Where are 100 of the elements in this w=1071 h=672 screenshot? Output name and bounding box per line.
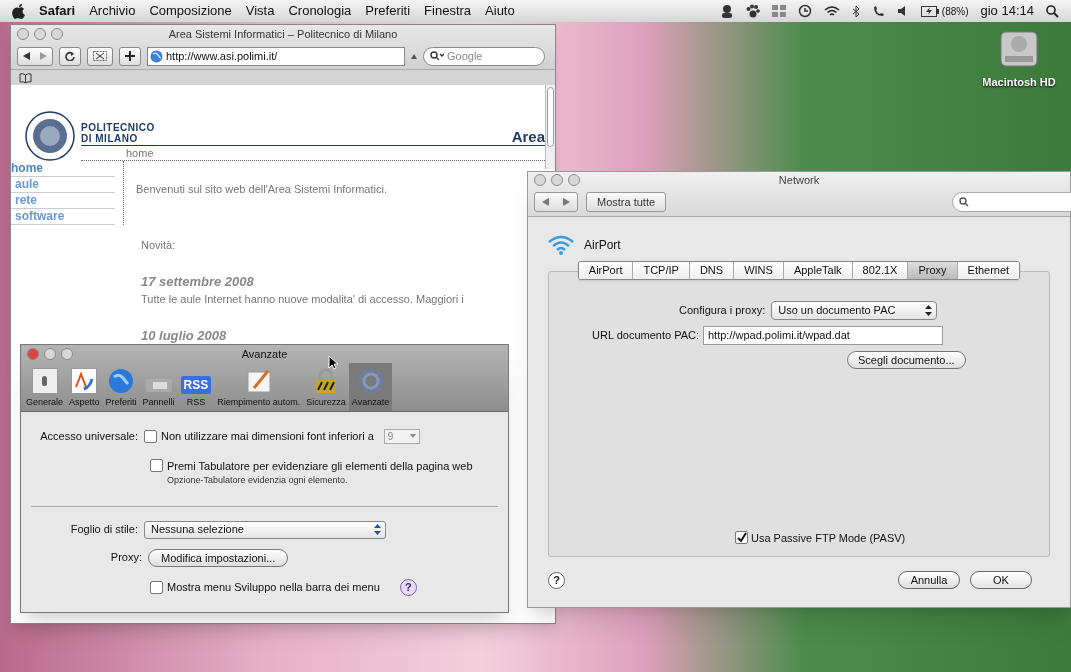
phone-icon[interactable] xyxy=(871,4,885,18)
toolbar-tab[interactable]: Avanzate xyxy=(348,363,393,411)
window-title: Avanzate xyxy=(241,346,288,362)
scroll-bar[interactable] xyxy=(545,85,555,169)
logo-text: DI MILANO xyxy=(81,133,139,144)
pac-url-field[interactable]: http://wpad.polimi.it/wpad.dat xyxy=(703,326,943,345)
toolbar-tab[interactable]: RSS RSS xyxy=(177,363,215,411)
menu-item[interactable]: Preferiti xyxy=(365,1,411,21)
paw-icon[interactable] xyxy=(745,4,760,18)
gear-icon xyxy=(357,367,384,394)
section-label: Accesso universale: xyxy=(39,429,139,444)
back-forward-button[interactable] xyxy=(17,46,53,66)
field-label: Configura i proxy: xyxy=(679,303,766,319)
desktop-icon-label[interactable]: Macintosh HD xyxy=(982,74,1056,91)
light-switch-icon xyxy=(31,367,58,394)
news-date: 17 settembre 2008 xyxy=(141,272,255,291)
toolbar-tab[interactable]: Preferiti xyxy=(102,363,140,411)
wifi-icon xyxy=(548,235,574,255)
university-seal-icon xyxy=(25,111,75,161)
checkbox[interactable] xyxy=(150,580,163,594)
tab[interactable]: Proxy xyxy=(908,262,958,279)
toolbar-tab[interactable]: Generale xyxy=(23,363,67,411)
menu-item[interactable]: Aiuto xyxy=(485,1,515,21)
checkbox-label: Usa Passive FTP Mode (PASV) xyxy=(751,530,906,546)
checkbox[interactable] xyxy=(144,429,157,443)
checkbox[interactable] xyxy=(150,459,163,473)
hard-drive-icon[interactable] xyxy=(997,28,1041,70)
search-icon xyxy=(959,197,969,207)
window-control-icon[interactable] xyxy=(551,174,563,186)
address-field[interactable]: http://www.asi.polimi.it/ xyxy=(147,46,405,66)
stepper-arrows-icon xyxy=(925,305,933,316)
window-control-icon[interactable] xyxy=(51,28,63,40)
bluetooth-icon[interactable] xyxy=(851,4,860,18)
checkbox-label: Premi Tabulatore per evidenziare gli elementi della pagina web xyxy=(167,458,473,474)
window-control-icon[interactable] xyxy=(568,174,580,186)
stepper-arrows-icon xyxy=(374,524,381,535)
modify-settings-button[interactable]: Modifica impostazioni... xyxy=(148,548,289,567)
forward-arrow-icon[interactable] xyxy=(40,52,47,60)
menu-item[interactable]: Composizione xyxy=(149,1,232,21)
tab[interactable]: Ethernet xyxy=(957,262,1020,279)
apple-logo-icon[interactable] xyxy=(12,3,25,19)
toolbar-tab[interactable]: Aspetto xyxy=(66,363,103,411)
wifi-icon[interactable] xyxy=(823,5,840,17)
cancel-button[interactable]: Annulla xyxy=(898,571,960,589)
caret-icon xyxy=(409,434,416,439)
nav-link[interactable]: home xyxy=(11,161,115,177)
window-title: Area Sistemi Informatici – Politecnico di Milano xyxy=(167,26,399,42)
battery-percentage: (88%) xyxy=(941,4,969,19)
menu-item[interactable]: Finestra xyxy=(424,1,472,21)
tab[interactable]: DNS xyxy=(689,262,735,279)
book-icon[interactable] xyxy=(19,72,32,83)
clock-icon[interactable] xyxy=(797,4,812,18)
app-menu[interactable]: Safari xyxy=(39,1,76,21)
search-icon xyxy=(430,51,444,61)
menu-item[interactable]: Cronologia xyxy=(288,1,352,21)
checkbox-label: Mostra menu Sviluppo nella barra dei menu xyxy=(167,579,380,595)
window-control-icon[interactable] xyxy=(61,348,73,360)
choose-document-button[interactable]: Scegli documento... xyxy=(847,351,966,369)
field-label: Foglio di stile: xyxy=(69,522,139,538)
add-bookmark-button[interactable] xyxy=(119,46,141,66)
menu-item[interactable]: Archivio xyxy=(89,1,136,21)
snippet-button[interactable] xyxy=(87,46,113,66)
breadcrumb: home xyxy=(81,146,545,161)
menu-item[interactable]: Vista xyxy=(245,1,275,21)
tab[interactable]: TCP/IP xyxy=(633,262,690,279)
show-all-button[interactable]: Mostra tutte xyxy=(586,192,667,212)
menu-clock[interactable]: gio 14:14 xyxy=(980,1,1034,21)
font-color-icon xyxy=(71,367,98,394)
globe-icon xyxy=(150,49,163,63)
back-arrow-icon[interactable] xyxy=(23,52,30,60)
stylesheet-dropdown[interactable]: Nessuna selezione xyxy=(144,520,386,539)
plus-icon xyxy=(125,51,135,61)
help-button[interactable]: ? xyxy=(399,578,417,596)
reload-icon xyxy=(65,51,75,61)
ok-button[interactable]: OK xyxy=(970,571,1032,589)
reload-button[interactable] xyxy=(59,46,81,66)
window-control-icon[interactable] xyxy=(534,174,546,186)
proxy-mode-dropdown[interactable]: Uso un documento PAC xyxy=(771,301,938,320)
window-control-icon[interactable] xyxy=(34,28,46,40)
toolbar-tab[interactable]: Riempimento autom. xyxy=(214,363,304,411)
help-button[interactable]: ? xyxy=(548,571,565,589)
forward-arrow-icon[interactable] xyxy=(563,198,570,206)
search-field[interactable]: Google xyxy=(423,46,545,66)
tab[interactable]: 802.1X xyxy=(852,262,909,279)
grid-icon[interactable] xyxy=(771,5,786,17)
battery-icon[interactable] xyxy=(920,5,939,17)
search-icon[interactable] xyxy=(1046,4,1059,18)
news-date: 10 luglio 2008 xyxy=(141,326,228,345)
toolbar-tab[interactable]: Pannelli xyxy=(139,363,178,411)
search-field[interactable] xyxy=(952,192,1071,212)
news-text: Tutte le aule Internet hanno nuove modalita' di accesso. Maggiori i xyxy=(141,292,465,307)
window-control-icon[interactable] xyxy=(17,28,29,40)
caret-icon[interactable] xyxy=(411,53,417,59)
tab[interactable]: AppleTalk xyxy=(783,262,853,279)
user-icon[interactable] xyxy=(719,4,734,18)
tab[interactable]: WINS xyxy=(734,262,784,279)
hint-text: Opzione-Tabulatore evidenzia ogni elemento. xyxy=(166,474,349,487)
window-control-icon[interactable] xyxy=(44,348,56,360)
tab[interactable]: AirPort xyxy=(578,262,634,279)
checkbox[interactable] xyxy=(735,531,748,545)
